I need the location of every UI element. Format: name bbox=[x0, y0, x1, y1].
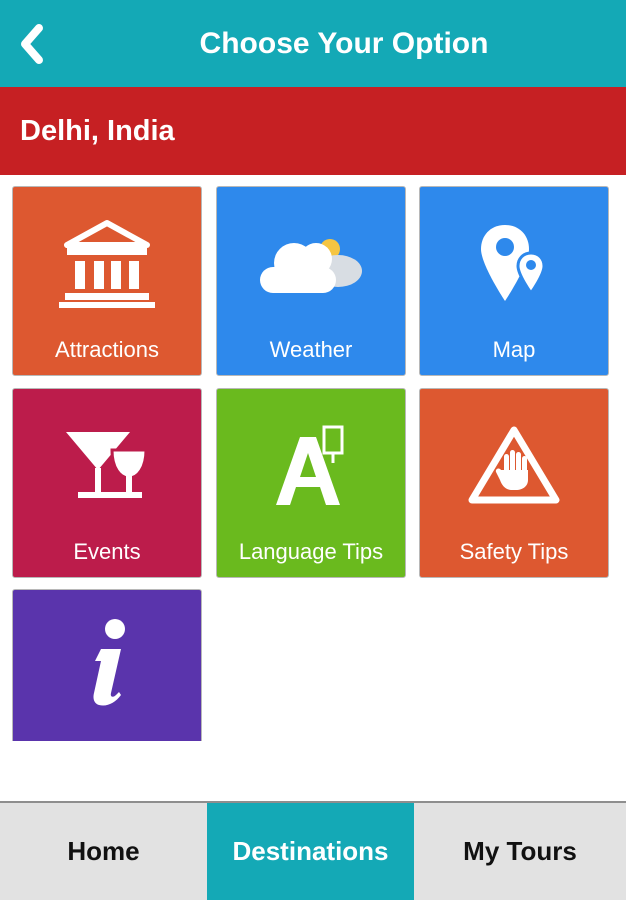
tile-label: Language Tips bbox=[238, 539, 384, 564]
header-bar: Choose Your Option bbox=[0, 0, 626, 87]
tile-weather[interactable]: Weather bbox=[216, 186, 406, 376]
tile-map[interactable]: Map bbox=[419, 186, 609, 376]
tile-safety-tips[interactable]: Safety Tips bbox=[419, 388, 609, 578]
info-icon bbox=[13, 608, 201, 718]
tile-label: Map bbox=[492, 337, 536, 362]
tile-label: Safety Tips bbox=[459, 539, 569, 564]
cocktail-glass-icon bbox=[13, 411, 201, 521]
tab-label: Home bbox=[67, 836, 140, 866]
tile-events[interactable]: Events bbox=[12, 388, 202, 578]
museum-icon bbox=[13, 209, 201, 319]
tab-label: Destinations bbox=[232, 836, 389, 866]
cloud-sun-icon bbox=[217, 209, 405, 319]
hand-warning-icon bbox=[420, 411, 608, 521]
page-title: Choose Your Option bbox=[199, 26, 489, 60]
language-icon bbox=[217, 411, 405, 521]
tile-label: Weather bbox=[269, 337, 353, 362]
map-pin-icon bbox=[420, 209, 608, 319]
tile-attractions[interactable]: Attractions bbox=[12, 186, 202, 376]
tab-label: My Tours bbox=[463, 836, 577, 866]
tab-my-tours[interactable]: My Tours bbox=[414, 803, 626, 900]
city-bar: Delhi, India bbox=[0, 87, 626, 175]
tile-language-tips[interactable]: Language Tips bbox=[216, 388, 406, 578]
tile-label: Events bbox=[73, 539, 141, 564]
tab-destinations[interactable]: Destinations bbox=[207, 803, 414, 900]
city-name: Delhi, India bbox=[20, 114, 175, 147]
tab-bar: Home Destinations My Tours bbox=[0, 801, 626, 900]
tab-home[interactable]: Home bbox=[0, 803, 207, 900]
tile-info[interactable] bbox=[12, 589, 202, 741]
tile-label: Attractions bbox=[55, 337, 159, 362]
